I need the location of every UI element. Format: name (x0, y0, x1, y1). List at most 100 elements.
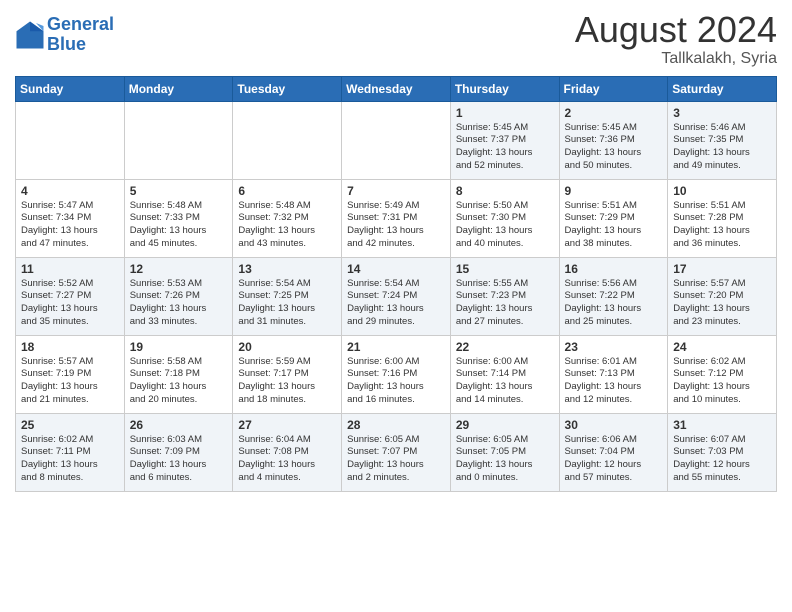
day-info: Sunrise: 5:45 AM Sunset: 7:36 PM Dayligh… (565, 122, 663, 173)
day-info: Sunrise: 6:03 AM Sunset: 7:09 PM Dayligh… (130, 434, 228, 485)
title-block: August 2024 Tallkalakh, Syria (575, 10, 777, 68)
day-info: Sunrise: 6:05 AM Sunset: 7:05 PM Dayligh… (456, 434, 554, 485)
day-number: 29 (456, 418, 554, 432)
page-container: General Blue August 2024 Tallkalakh, Syr… (0, 0, 792, 502)
day-info: Sunrise: 5:49 AM Sunset: 7:31 PM Dayligh… (347, 200, 445, 251)
day-number: 3 (673, 106, 771, 120)
table-row: 17 Sunrise: 5:57 AM Sunset: 7:20 PM Dayli… (668, 257, 777, 335)
day-number: 28 (347, 418, 445, 432)
header-thursday: Thursday (450, 76, 559, 101)
table-row: 4Sunrise: 5:47 AM Sunset: 7:34 PM Daylig… (16, 179, 125, 257)
day-number: 10 (673, 184, 771, 198)
weekday-header-row: Sunday Monday Tuesday Wednesday Thursday… (16, 76, 777, 101)
day-number: 27 (238, 418, 336, 432)
calendar-week-row: 25Sunrise: 6:02 AM Sunset: 7:11 PM Dayli… (16, 413, 777, 491)
day-info: Sunrise: 5:57 AM Sunset: 7:20 PM Dayligh… (673, 278, 771, 329)
logo-icon (15, 20, 45, 50)
header-sunday: Sunday (16, 76, 125, 101)
table-row: 28 Sunrise: 6:05 AM Sunset: 7:07 PM Dayli… (342, 413, 451, 491)
header-saturday: Saturday (668, 76, 777, 101)
day-number: 2 (565, 106, 663, 120)
table-row: 18 Sunrise: 5:57 AM Sunset: 7:19 PM Dayli… (16, 335, 125, 413)
table-row: 20Sunrise: 5:59 AM Sunset: 7:17 PM Dayli… (233, 335, 342, 413)
day-info: Sunrise: 5:57 AM Sunset: 7:19 PM Dayligh… (21, 356, 119, 407)
day-number: 11 (21, 262, 119, 276)
calendar-week-row: 11 Sunrise: 5:52 AM Sunset: 7:27 PM Dayli… (16, 257, 777, 335)
day-number: 31 (673, 418, 771, 432)
day-number: 7 (347, 184, 445, 198)
calendar-body: 1Sunrise: 5:45 AM Sunset: 7:37 PM Daylig… (16, 101, 777, 491)
day-info: Sunrise: 6:00 AM Sunset: 7:16 PM Dayligh… (347, 356, 445, 407)
calendar-week-row: 18 Sunrise: 5:57 AM Sunset: 7:19 PM Dayli… (16, 335, 777, 413)
day-info: Sunrise: 5:55 AM Sunset: 7:23 PM Dayligh… (456, 278, 554, 329)
table-row: 23Sunrise: 6:01 AM Sunset: 7:13 PM Dayli… (559, 335, 668, 413)
day-info: Sunrise: 6:06 AM Sunset: 7:04 PM Dayligh… (565, 434, 663, 485)
header-friday: Friday (559, 76, 668, 101)
table-row: 19 Sunrise: 5:58 AM Sunset: 7:18 PM Dayli… (124, 335, 233, 413)
day-number: 18 (21, 340, 119, 354)
day-info: Sunrise: 5:48 AM Sunset: 7:32 PM Dayligh… (238, 200, 336, 251)
day-info: Sunrise: 5:58 AM Sunset: 7:18 PM Dayligh… (130, 356, 228, 407)
table-row: 25Sunrise: 6:02 AM Sunset: 7:11 PM Dayli… (16, 413, 125, 491)
day-info: Sunrise: 5:54 AM Sunset: 7:24 PM Dayligh… (347, 278, 445, 329)
day-number: 25 (21, 418, 119, 432)
table-row: 16 Sunrise: 5:56 AM Sunset: 7:22 PM Dayli… (559, 257, 668, 335)
calendar-header: Sunday Monday Tuesday Wednesday Thursday… (16, 76, 777, 101)
header-monday: Monday (124, 76, 233, 101)
day-info: Sunrise: 5:45 AM Sunset: 7:37 PM Dayligh… (456, 122, 554, 173)
table-row: 8 Sunrise: 5:50 AM Sunset: 7:30 PM Daylig… (450, 179, 559, 257)
day-info: Sunrise: 6:04 AM Sunset: 7:08 PM Dayligh… (238, 434, 336, 485)
day-number: 21 (347, 340, 445, 354)
table-row: 1Sunrise: 5:45 AM Sunset: 7:37 PM Daylig… (450, 101, 559, 179)
day-number: 16 (565, 262, 663, 276)
table-row (124, 101, 233, 179)
table-row: 2 Sunrise: 5:45 AM Sunset: 7:36 PM Daylig… (559, 101, 668, 179)
table-row (233, 101, 342, 179)
table-row: 5Sunrise: 5:48 AM Sunset: 7:33 PM Daylig… (124, 179, 233, 257)
day-number: 6 (238, 184, 336, 198)
day-info: Sunrise: 5:47 AM Sunset: 7:34 PM Dayligh… (21, 200, 119, 251)
day-info: Sunrise: 5:54 AM Sunset: 7:25 PM Dayligh… (238, 278, 336, 329)
table-row: 7 Sunrise: 5:49 AM Sunset: 7:31 PM Daylig… (342, 179, 451, 257)
day-info: Sunrise: 5:51 AM Sunset: 7:29 PM Dayligh… (565, 200, 663, 251)
table-row: 22 Sunrise: 6:00 AM Sunset: 7:14 PM Dayli… (450, 335, 559, 413)
day-info: Sunrise: 6:00 AM Sunset: 7:14 PM Dayligh… (456, 356, 554, 407)
location: Tallkalakh, Syria (575, 50, 777, 68)
logo-general: General (47, 14, 114, 34)
logo: General Blue (15, 15, 114, 55)
table-row: 30Sunrise: 6:06 AM Sunset: 7:04 PM Dayli… (559, 413, 668, 491)
day-info: Sunrise: 5:46 AM Sunset: 7:35 PM Dayligh… (673, 122, 771, 173)
day-info: Sunrise: 5:50 AM Sunset: 7:30 PM Dayligh… (456, 200, 554, 251)
calendar-table: Sunday Monday Tuesday Wednesday Thursday… (15, 76, 777, 492)
header-tuesday: Tuesday (233, 76, 342, 101)
month-year: August 2024 (575, 10, 777, 50)
day-info: Sunrise: 5:51 AM Sunset: 7:28 PM Dayligh… (673, 200, 771, 251)
calendar-week-row: 1Sunrise: 5:45 AM Sunset: 7:37 PM Daylig… (16, 101, 777, 179)
table-row: 26 Sunrise: 6:03 AM Sunset: 7:09 PM Dayli… (124, 413, 233, 491)
day-number: 26 (130, 418, 228, 432)
day-number: 17 (673, 262, 771, 276)
day-number: 8 (456, 184, 554, 198)
header-wednesday: Wednesday (342, 76, 451, 101)
day-number: 12 (130, 262, 228, 276)
table-row: 15 Sunrise: 5:55 AM Sunset: 7:23 PM Dayli… (450, 257, 559, 335)
day-number: 22 (456, 340, 554, 354)
day-number: 24 (673, 340, 771, 354)
day-number: 19 (130, 340, 228, 354)
day-info: Sunrise: 6:05 AM Sunset: 7:07 PM Dayligh… (347, 434, 445, 485)
day-info: Sunrise: 5:52 AM Sunset: 7:27 PM Dayligh… (21, 278, 119, 329)
calendar-week-row: 4Sunrise: 5:47 AM Sunset: 7:34 PM Daylig… (16, 179, 777, 257)
table-row: 6 Sunrise: 5:48 AM Sunset: 7:32 PM Daylig… (233, 179, 342, 257)
day-number: 14 (347, 262, 445, 276)
table-row: 14 Sunrise: 5:54 AM Sunset: 7:24 PM Dayli… (342, 257, 451, 335)
table-row: 21 Sunrise: 6:00 AM Sunset: 7:16 PM Dayli… (342, 335, 451, 413)
logo-blue: Blue (47, 34, 86, 54)
table-row (342, 101, 451, 179)
table-row (16, 101, 125, 179)
day-number: 5 (130, 184, 228, 198)
table-row: 9Sunrise: 5:51 AM Sunset: 7:29 PM Daylig… (559, 179, 668, 257)
day-number: 15 (456, 262, 554, 276)
day-info: Sunrise: 5:56 AM Sunset: 7:22 PM Dayligh… (565, 278, 663, 329)
day-number: 20 (238, 340, 336, 354)
table-row: 11 Sunrise: 5:52 AM Sunset: 7:27 PM Dayli… (16, 257, 125, 335)
